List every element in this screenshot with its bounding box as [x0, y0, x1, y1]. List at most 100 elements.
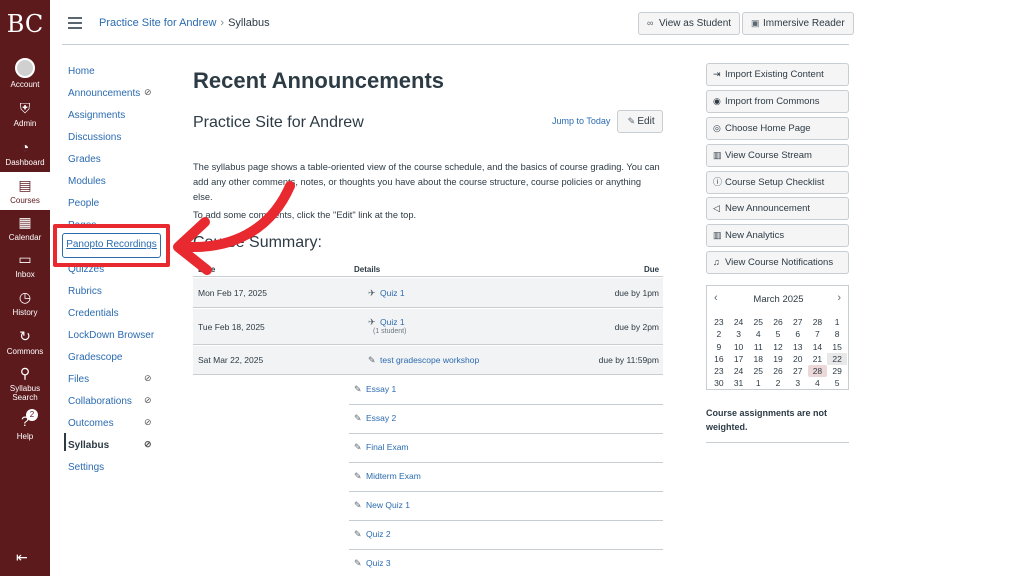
collapse-nav-icon[interactable]: ⇤	[16, 549, 28, 566]
calendar-day[interactable]: 28	[808, 316, 828, 328]
row-link[interactable]: ✎ Essay 1	[354, 384, 396, 395]
row-link[interactable]: ✎ Final Exam	[354, 442, 409, 453]
nav-courses[interactable]: ▤ Courses	[0, 172, 50, 210]
calendar-day[interactable]: 20	[788, 353, 808, 365]
calendar-day[interactable]: 18	[748, 353, 768, 365]
calendar-day[interactable]: 14	[808, 341, 828, 353]
view-course-stream-button[interactable]: ▥ View Course Stream	[706, 144, 849, 167]
course-nav-people[interactable]: People	[68, 198, 99, 209]
nav-dashboard[interactable]: ◔ Dashboard	[0, 138, 50, 167]
calendar-day[interactable]: 3	[788, 377, 808, 389]
calendar-day[interactable]: 24	[729, 316, 749, 328]
row-link[interactable]: ✎ test gradescope workshop	[368, 355, 479, 366]
row-link[interactable]: ✎ New Quiz 1	[354, 500, 410, 511]
calendar-day[interactable]: 21	[808, 353, 828, 365]
calendar-day[interactable]: 6	[788, 328, 808, 340]
calendar-day[interactable]: 27	[788, 316, 808, 328]
import-from-commons-button[interactable]: ◉ Import from Commons	[706, 90, 849, 113]
calendar-day[interactable]: 1	[748, 377, 768, 389]
nav-help[interactable]: ? 2 Help	[0, 409, 50, 441]
active-indicator	[64, 433, 66, 451]
calendar-day[interactable]: 11	[748, 341, 768, 353]
row-link[interactable]: ✎ Midterm Exam	[354, 471, 421, 482]
calendar-day[interactable]: 25	[748, 316, 768, 328]
calendar-day[interactable]: 19	[768, 353, 788, 365]
course-nav-modules[interactable]: Modules	[68, 176, 106, 187]
nav-admin[interactable]: ⛨ Admin	[0, 99, 50, 128]
choose-home-page-button[interactable]: ◎ Choose Home Page	[706, 117, 849, 140]
view-course-notifications-button[interactable]: ♫ View Course Notifications	[706, 251, 849, 274]
calendar-day[interactable]: 29	[827, 365, 847, 377]
row-link[interactable]: ✎ Quiz 3	[354, 558, 391, 569]
course-nav-rubrics[interactable]: Rubrics	[68, 286, 102, 297]
course-nav-lockdown-browser[interactable]: LockDown Browser	[68, 330, 154, 341]
course-nav-discussions[interactable]: Discussions	[68, 132, 121, 143]
calendar-day[interactable]: 15	[827, 341, 847, 353]
course-nav-settings[interactable]: Settings	[68, 462, 104, 473]
course-nav-home[interactable]: Home	[68, 66, 95, 77]
calendar-day[interactable]: 10	[729, 341, 749, 353]
calendar-day[interactable]: 23	[709, 316, 729, 328]
calendar-day[interactable]: 8	[827, 328, 847, 340]
calendar-day[interactable]: 28	[807, 365, 828, 378]
calendar-day[interactable]: 30	[709, 377, 729, 389]
course-nav-files[interactable]: Files ⊘	[68, 373, 152, 385]
course-nav-assignments[interactable]: Assignments	[68, 110, 125, 121]
course-nav-syllabus[interactable]: Syllabus ⊘	[68, 439, 152, 451]
nav-calendar[interactable]: ▦ Calendar	[0, 213, 50, 242]
row-link[interactable]: ✈ Quiz 1	[368, 317, 405, 328]
row-link[interactable]: ✎ Quiz 2	[354, 529, 391, 540]
course-nav-credentials[interactable]: Credentials	[68, 308, 119, 319]
course-nav-outcomes[interactable]: Outcomes ⊘	[68, 417, 152, 429]
course-setup-checklist-button[interactable]: ⓘ Course Setup Checklist	[706, 171, 849, 194]
calendar-day[interactable]: 27	[788, 365, 808, 377]
calendar-day[interactable]: 7	[808, 328, 828, 340]
nav-account[interactable]: Account	[0, 58, 50, 89]
calendar-day[interactable]: 16	[709, 353, 729, 365]
calendar-day[interactable]: 3	[729, 328, 749, 340]
calendar-day[interactable]: 5	[768, 328, 788, 340]
calendar-day[interactable]: 1	[827, 316, 847, 328]
calendar-day[interactable]: 5	[827, 377, 847, 389]
row-link[interactable]: ✈ Quiz 1	[368, 288, 405, 299]
calendar-day[interactable]: 22	[827, 352, 847, 366]
calendar-day[interactable]: 17	[729, 353, 749, 365]
calendar-day[interactable]: 12	[768, 341, 788, 353]
calendar-day[interactable]: 31	[729, 377, 749, 389]
calendar-day[interactable]: 2	[709, 328, 729, 340]
import-existing-content-button[interactable]: ⇥ Import Existing Content	[706, 63, 849, 86]
calendar-day[interactable]: 4	[748, 328, 768, 340]
nav-history[interactable]: ◷ History	[0, 288, 50, 317]
jump-to-today-link[interactable]: Jump to Today	[552, 116, 610, 126]
calendar-next-icon[interactable]: ›	[837, 292, 841, 304]
calendar-day[interactable]: 2	[768, 377, 788, 389]
course-nav-announcements[interactable]: Announcements ⊘	[68, 87, 152, 99]
nav-inbox[interactable]: ▭ Inbox	[0, 250, 50, 279]
calendar-day[interactable]: 26	[768, 365, 788, 377]
course-nav-gradescope[interactable]: Gradescope	[68, 352, 122, 363]
import-icon: ⇥	[713, 69, 721, 79]
row-date: Mon Feb 17, 2025	[198, 288, 267, 298]
breadcrumb-course[interactable]: Practice Site for Andrew	[99, 17, 216, 29]
new-announcement-button[interactable]: ◁ New Announcement	[706, 197, 849, 220]
course-nav-syllabus-label: Syllabus	[68, 440, 110, 451]
nav-commons[interactable]: ↻ Commons	[0, 327, 50, 356]
view-as-student-button[interactable]: ∞ View as Student	[638, 12, 741, 35]
course-nav-panopto-recordings[interactable]: Panopto Recordings	[62, 233, 161, 258]
calendar-day[interactable]: 25	[748, 365, 768, 377]
calendar-day[interactable]: 26	[768, 316, 788, 328]
calendar-day[interactable]: 24	[729, 365, 749, 377]
calendar-day[interactable]: 23	[709, 365, 729, 377]
course-nav-collaborations[interactable]: Collaborations ⊘	[68, 395, 152, 407]
calendar-day[interactable]: 4	[808, 377, 828, 389]
row-link[interactable]: ✎ Essay 2	[354, 413, 396, 424]
immersive-reader-button[interactable]: ▣ Immersive Reader	[742, 12, 854, 35]
edit-button[interactable]: ✎ Edit	[617, 110, 663, 133]
bc-logo[interactable]: BC	[0, 10, 50, 38]
calendar-day[interactable]: 13	[788, 341, 808, 353]
new-analytics-button[interactable]: ▥ New Analytics	[706, 224, 849, 247]
course-nav-grades[interactable]: Grades	[68, 154, 101, 165]
nav-syllabus-search[interactable]: ⚲ Syllabus Search	[0, 364, 50, 402]
hamburger-menu-icon[interactable]	[68, 17, 82, 32]
calendar-day[interactable]: 9	[709, 341, 729, 353]
